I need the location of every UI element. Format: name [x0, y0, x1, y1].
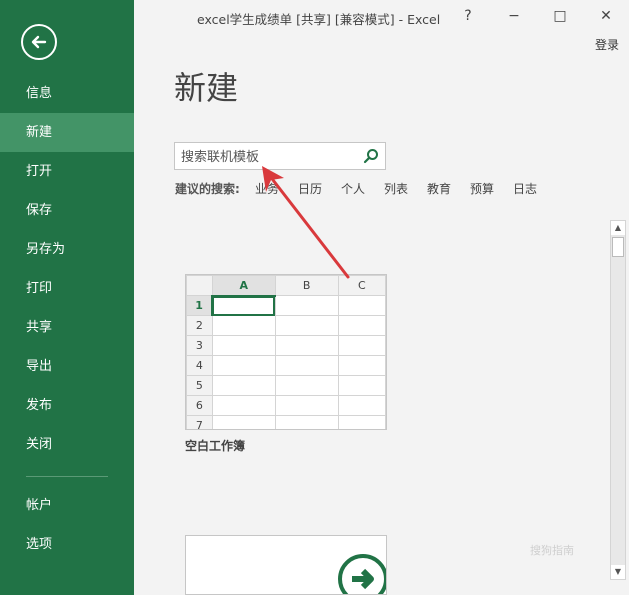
grid-cell — [211, 315, 276, 336]
nav-print[interactable]: 打印 — [0, 269, 134, 308]
grid-cell — [337, 415, 386, 429]
vertical-scrollbar[interactable]: ▲ ▼ — [610, 220, 626, 580]
nav-export[interactable]: 导出 — [0, 347, 134, 386]
template-grid: A B C 1 2 3 4 5 6 7 — [186, 275, 386, 429]
grid-corner — [186, 275, 213, 296]
nav-save-as[interactable]: 另存为 — [0, 230, 134, 269]
nav-close[interactable]: 关闭 — [0, 425, 134, 464]
grid-cell — [337, 335, 386, 356]
blank-workbook-caption[interactable]: 空白工作簿 — [185, 437, 245, 454]
sidebar-divider — [26, 476, 108, 477]
nav-save[interactable]: 保存 — [0, 191, 134, 230]
help-button[interactable]: ? — [456, 4, 480, 28]
column-header: B — [274, 275, 339, 296]
row-header: 2 — [186, 315, 213, 336]
grid-cell — [211, 335, 276, 356]
grid-cell — [211, 395, 276, 416]
grid-cell — [211, 375, 276, 396]
login-link[interactable]: 登录 — [595, 36, 619, 53]
grid-cell — [337, 295, 386, 316]
suggestion-budget[interactable]: 预算 — [470, 180, 494, 197]
nav-new[interactable]: 新建 — [0, 113, 134, 152]
row-header: 1 — [186, 295, 214, 316]
grid-cell — [337, 375, 386, 396]
nav-options[interactable]: 选项 — [0, 525, 134, 564]
row-header: 3 — [186, 335, 213, 356]
nav-publish[interactable]: 发布 — [0, 386, 134, 425]
window-title: excel学生成绩单 [共享] [兼容模式] - Excel — [197, 12, 441, 27]
suggestion-education[interactable]: 教育 — [427, 180, 451, 197]
grid-cell — [337, 355, 386, 376]
template-search-box — [174, 142, 386, 170]
blank-workbook-template[interactable]: A B C 1 2 3 4 5 6 7 — [185, 274, 387, 430]
suggestion-list[interactable]: 列表 — [384, 180, 408, 197]
nav-share[interactable]: 共享 — [0, 308, 134, 347]
search-icon[interactable] — [363, 148, 379, 164]
column-header: C — [337, 275, 386, 296]
nav-account[interactable]: 帐户 — [0, 486, 134, 525]
page-title: 新建 — [174, 69, 239, 107]
scroll-down-arrow-icon[interactable]: ▼ — [611, 565, 625, 579]
scroll-up-arrow-icon[interactable]: ▲ — [611, 221, 625, 235]
suggestion-calendar[interactable]: 日历 — [298, 180, 322, 197]
row-header: 7 — [186, 415, 213, 429]
grid-cell — [274, 395, 339, 416]
suggestion-journal[interactable]: 日志 — [513, 180, 537, 197]
restore-button[interactable]: □ — [548, 4, 572, 28]
grid-cell — [274, 375, 339, 396]
selected-cell — [211, 295, 276, 316]
grid-cell — [274, 355, 339, 376]
grid-cell — [274, 335, 339, 356]
back-button[interactable] — [21, 24, 57, 60]
grid-cell — [337, 315, 386, 336]
nav-open[interactable]: 打开 — [0, 152, 134, 191]
row-header: 4 — [186, 355, 213, 376]
minimize-button[interactable]: − — [502, 4, 526, 28]
grid-cell — [274, 295, 339, 316]
arrow-circle-icon — [338, 554, 386, 594]
row-header: 5 — [186, 375, 213, 396]
backstage-sidebar: 信息 新建 打开 保存 另存为 打印 共享 导出 发布 关闭 帐户 选项 — [0, 0, 134, 595]
grid-cell — [274, 415, 339, 429]
scroll-thumb[interactable] — [612, 237, 624, 257]
column-header: A — [211, 275, 276, 297]
grid-cell — [211, 355, 276, 376]
suggested-searches-label: 建议的搜索: — [175, 182, 240, 196]
suggestion-business[interactable]: 业务 — [255, 180, 279, 197]
close-button[interactable]: ✕ — [594, 4, 618, 28]
suggestion-personal[interactable]: 个人 — [341, 180, 365, 197]
row-header: 6 — [186, 395, 213, 416]
grid-cell — [274, 315, 339, 336]
watermark: 搜狗指南 — [530, 544, 574, 557]
tour-template[interactable] — [185, 535, 387, 595]
nav-info[interactable]: 信息 — [0, 74, 134, 113]
template-search-input[interactable] — [181, 147, 357, 167]
grid-cell — [337, 395, 386, 416]
back-arrow-icon — [31, 35, 47, 49]
grid-cell — [211, 415, 276, 429]
